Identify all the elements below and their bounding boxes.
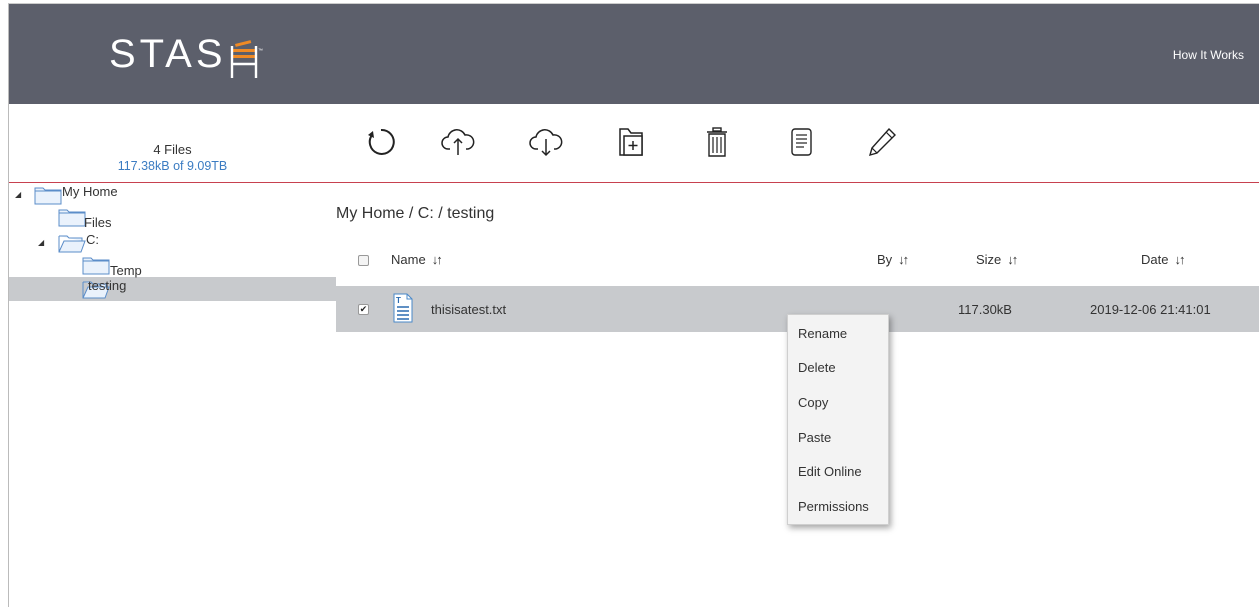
file-size: 117.30kB (958, 302, 1012, 317)
select-all-checkbox[interactable] (358, 255, 369, 266)
file-count: 4 Files (153, 142, 192, 157)
menu-item-paste[interactable]: Paste (798, 430, 831, 445)
tree-node-temp[interactable]: Temp (82, 255, 142, 278)
stash-logo[interactable]: STAS ™ (109, 26, 263, 78)
delete-button[interactable] (699, 124, 735, 160)
row-checkbox[interactable]: ✔ (358, 304, 369, 315)
menu-item-delete[interactable]: Delete (798, 360, 836, 375)
file-date: 2019-12-06 21:41:01 (1090, 302, 1211, 317)
tree-node-c-drive[interactable]: C: (58, 233, 99, 255)
refresh-icon (368, 128, 395, 155)
file-name[interactable]: thisisatest.txt (431, 302, 506, 317)
folder-tree: ◢ My Home Files ◢ C: Temp testing (9, 183, 336, 607)
collapse-triangle-icon[interactable]: ◢ (15, 190, 21, 199)
new-folder-button[interactable] (613, 124, 649, 160)
collapse-triangle-icon[interactable]: ◢ (38, 238, 44, 247)
app-frame: STAS ™ How It Works 4 Files 117.38kB of … (8, 3, 1259, 607)
text-file-icon: T (393, 293, 413, 326)
top-header: STAS ™ How It Works (9, 4, 1259, 104)
column-by[interactable]: By ↓↑ (877, 252, 909, 267)
pencil-icon (868, 127, 896, 157)
folder-icon (82, 257, 110, 275)
folder-icon (58, 209, 86, 227)
sort-icon: ↓↑ (1007, 252, 1018, 267)
toolbar (336, 104, 1259, 182)
edit-button[interactable] (864, 124, 900, 160)
new-folder-icon (619, 128, 643, 156)
context-menu: Rename Delete Copy Paste Edit Online Per… (787, 314, 889, 525)
table-header: Name ↓↑ By ↓↑ Size ↓↑ Date ↓↑ (336, 247, 1259, 275)
storage-usage: 117.38kB of 9.09TB (117, 159, 228, 173)
sort-icon: ↓↑ (431, 252, 443, 267)
svg-text:T: T (396, 296, 401, 305)
open-folder-icon (58, 235, 86, 253)
sort-icon: ↓↑ (898, 252, 909, 267)
how-it-works-link[interactable]: How It Works (1173, 48, 1244, 62)
storage-summary: 4 Files 117.38kB of 9.09TB (9, 104, 336, 182)
menu-item-copy[interactable]: Copy (798, 395, 828, 410)
tree-node-testing[interactable]: testing (82, 279, 126, 301)
checked-checkbox-icon: ✔ (358, 304, 369, 315)
checkbox[interactable] (358, 255, 369, 266)
menu-item-permissions[interactable]: Permissions (798, 499, 869, 514)
menu-item-rename[interactable]: Rename (798, 326, 847, 341)
refresh-button[interactable] (363, 124, 399, 160)
properties-button[interactable] (783, 124, 819, 160)
upload-button[interactable] (440, 124, 476, 160)
sort-icon: ↓↑ (1174, 252, 1185, 267)
folder-icon (34, 187, 62, 205)
tree-node-files[interactable]: Files (58, 207, 111, 230)
column-name[interactable]: Name ↓↑ (391, 252, 443, 267)
tree-selection-highlight (9, 277, 336, 301)
svg-text:™: ™ (258, 48, 263, 54)
column-size[interactable]: Size ↓↑ (976, 252, 1018, 267)
breadcrumb[interactable]: My Home / C: / testing (336, 205, 494, 223)
logo-stacked-h-icon: ™ (229, 36, 263, 78)
download-icon (529, 129, 563, 157)
document-icon (791, 128, 812, 156)
column-date[interactable]: Date ↓↑ (1141, 252, 1185, 267)
upload-icon (441, 129, 475, 155)
menu-item-edit-online[interactable]: Edit Online (798, 464, 862, 479)
tree-node-my-home[interactable]: My Home (34, 185, 118, 207)
download-button[interactable] (528, 124, 564, 160)
trash-icon (707, 127, 727, 157)
